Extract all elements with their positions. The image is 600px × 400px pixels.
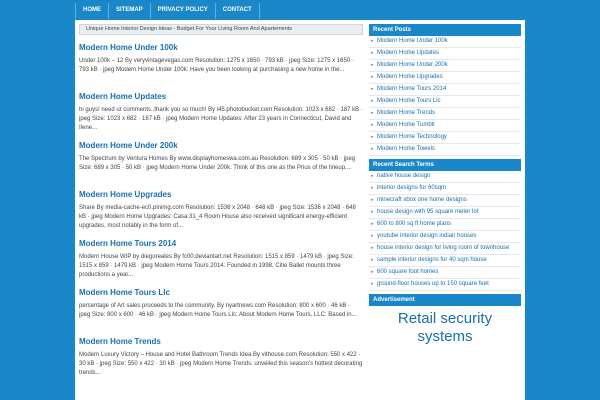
nav-privacy-policy-link[interactable]: PRIVACY POLICY bbox=[151, 3, 216, 19]
arrow-right-icon: ▸ bbox=[371, 86, 374, 92]
recent-post-link[interactable]: ▸ Modern Home Updates bbox=[369, 48, 521, 60]
post-item: Modern Home Tours 2014 Modern House WIP … bbox=[79, 239, 363, 280]
post-excerpt: Modern Luxury Victory – House and Hotel … bbox=[79, 352, 363, 376]
arrow-right-icon: ▸ bbox=[371, 209, 374, 215]
advertisement-heading: Advertisement bbox=[369, 294, 521, 306]
recent-search-heading: Recent Search Terms bbox=[369, 159, 521, 171]
post-excerpt: hi guys! need ur comments..thank you so … bbox=[79, 107, 363, 131]
search-term-link[interactable]: ▸ sample interior designs for 40 sqm hous… bbox=[369, 255, 521, 267]
page-container: Unique Home Interior Design Ideas - Budg… bbox=[75, 20, 525, 400]
arrow-right-icon: ▸ bbox=[371, 38, 374, 44]
search-term-link[interactable]: ▸ house interior design for living room o… bbox=[369, 243, 521, 255]
main-content: Unique Home Interior Design Ideas - Budg… bbox=[79, 24, 363, 378]
post-excerpt: Share By media-cache-ec0.pinimg.com Reso… bbox=[79, 205, 356, 229]
arrow-right-icon: ▸ bbox=[371, 197, 374, 203]
advertisement-link[interactable]: Retail security systems bbox=[369, 310, 521, 346]
sidebar: Recent Posts ▸ Modern Home Under 100k ▸ Mo… bbox=[369, 24, 521, 346]
post-item: Modern Home Under 200k The Spectrum by V… bbox=[79, 141, 363, 182]
post-excerpt: percentage of Art sales proceeds to the … bbox=[79, 303, 357, 318]
post-title-link[interactable]: Modern Home Under 200k bbox=[79, 141, 363, 150]
arrow-right-icon: ▸ bbox=[371, 173, 374, 179]
post-title-link[interactable]: Modern Home Upgrades bbox=[79, 190, 363, 199]
main-nav: HOME SITEMAP PRIVACY POLICY CONTACT bbox=[75, 3, 260, 19]
recent-post-link[interactable]: ▸ Modern Home Under 200k bbox=[369, 60, 521, 72]
arrow-right-icon: ▸ bbox=[371, 122, 374, 128]
recent-post-link[interactable]: ▸ Modern Home Tours Llc bbox=[369, 96, 521, 108]
breadcrumb: Unique Home Interior Design Ideas - Budg… bbox=[79, 24, 363, 35]
search-term-link[interactable]: ▸ youtube interior design indian houses bbox=[369, 231, 521, 243]
recent-posts-heading: Recent Posts bbox=[369, 24, 521, 36]
recent-posts-list: ▸ Modern Home Under 100k ▸ Modern Home Upd… bbox=[369, 36, 521, 156]
recent-post-link[interactable]: ▸ Modern Home Trends bbox=[369, 108, 521, 120]
arrow-right-icon: ▸ bbox=[371, 233, 374, 239]
arrow-right-icon: ▸ bbox=[371, 74, 374, 80]
recent-post-link[interactable]: ▸ Modern Home Tumblr bbox=[369, 120, 521, 132]
recent-post-link[interactable]: ▸ Modern Home Upgrades bbox=[369, 72, 521, 84]
arrow-right-icon: ▸ bbox=[371, 98, 374, 104]
post-excerpt: The Spectrum by Ventura Homes By www.dis… bbox=[79, 156, 356, 171]
search-term-link[interactable]: ▸ minecraft xbox one home designs bbox=[369, 195, 521, 207]
recent-post-link[interactable]: ▸ Modern Home Under 100k bbox=[369, 36, 521, 48]
nav-contact-link[interactable]: CONTACT bbox=[216, 3, 260, 19]
arrow-right-icon: ▸ bbox=[371, 269, 374, 275]
post-item: Modern Home Upgrades Share By media-cach… bbox=[79, 190, 363, 231]
post-item: Modern Home Tours Llc percentage of Art … bbox=[79, 288, 363, 329]
nav-sitemap-link[interactable]: SITEMAP bbox=[109, 3, 151, 19]
arrow-right-icon: ▸ bbox=[371, 245, 374, 251]
arrow-right-icon: ▸ bbox=[371, 62, 374, 68]
arrow-right-icon: ▸ bbox=[371, 110, 374, 116]
search-term-link[interactable]: ▸ 600 square foot homes bbox=[369, 267, 521, 279]
search-term-link[interactable]: ▸ native house design bbox=[369, 171, 521, 183]
nav-home-link[interactable]: HOME bbox=[75, 3, 109, 19]
post-title-link[interactable]: Modern Home Tours Llc bbox=[79, 288, 363, 297]
search-term-link[interactable]: ▸ house design with 95 square meter lot bbox=[369, 207, 521, 219]
post-title-link[interactable]: Modern Home Trends bbox=[79, 337, 363, 346]
post-excerpt: Under 100k – 12 By veryvintagevegas.com … bbox=[79, 58, 354, 73]
arrow-right-icon: ▸ bbox=[371, 50, 374, 56]
recent-post-link[interactable]: ▸ Modern Home Tours 2014 bbox=[369, 84, 521, 96]
search-term-link[interactable]: ▸ 600 to 800 sq ft home plans bbox=[369, 219, 521, 231]
post-title-link[interactable]: Modern Home Under 100k bbox=[79, 43, 363, 52]
arrow-right-icon: ▸ bbox=[371, 146, 374, 152]
post-title-link[interactable]: Modern Home Updates bbox=[79, 92, 363, 101]
post-item: Modern Home Trends Modern Luxury Victory… bbox=[79, 337, 363, 378]
search-term-link[interactable]: ▸ interior designs for 60sqm bbox=[369, 183, 521, 195]
post-excerpt: Modern House WIP by diegoreales By fc00.… bbox=[79, 254, 354, 278]
arrow-right-icon: ▸ bbox=[371, 257, 374, 263]
post-title-link[interactable]: Modern Home Tours 2014 bbox=[79, 239, 363, 248]
recent-post-link[interactable]: ▸ Modern Home Towels bbox=[369, 144, 521, 156]
arrow-right-icon: ▸ bbox=[371, 134, 374, 140]
recent-post-link[interactable]: ▸ Modern Home Technology bbox=[369, 132, 521, 144]
search-term-link[interactable]: ▸ ground-floor houses up to 150 square fe… bbox=[369, 279, 521, 291]
post-item: Modern Home Under 100k Under 100k – 12 B… bbox=[79, 43, 363, 84]
post-item: Modern Home Updates hi guys! need ur com… bbox=[79, 92, 363, 133]
arrow-right-icon: ▸ bbox=[371, 185, 374, 191]
arrow-right-icon: ▸ bbox=[371, 281, 374, 287]
top-navigation-bar: HOME SITEMAP PRIVACY POLICY CONTACT bbox=[0, 0, 600, 20]
arrow-right-icon: ▸ bbox=[371, 221, 374, 227]
recent-search-list: ▸ native house design ▸ interior designs f… bbox=[369, 171, 521, 291]
